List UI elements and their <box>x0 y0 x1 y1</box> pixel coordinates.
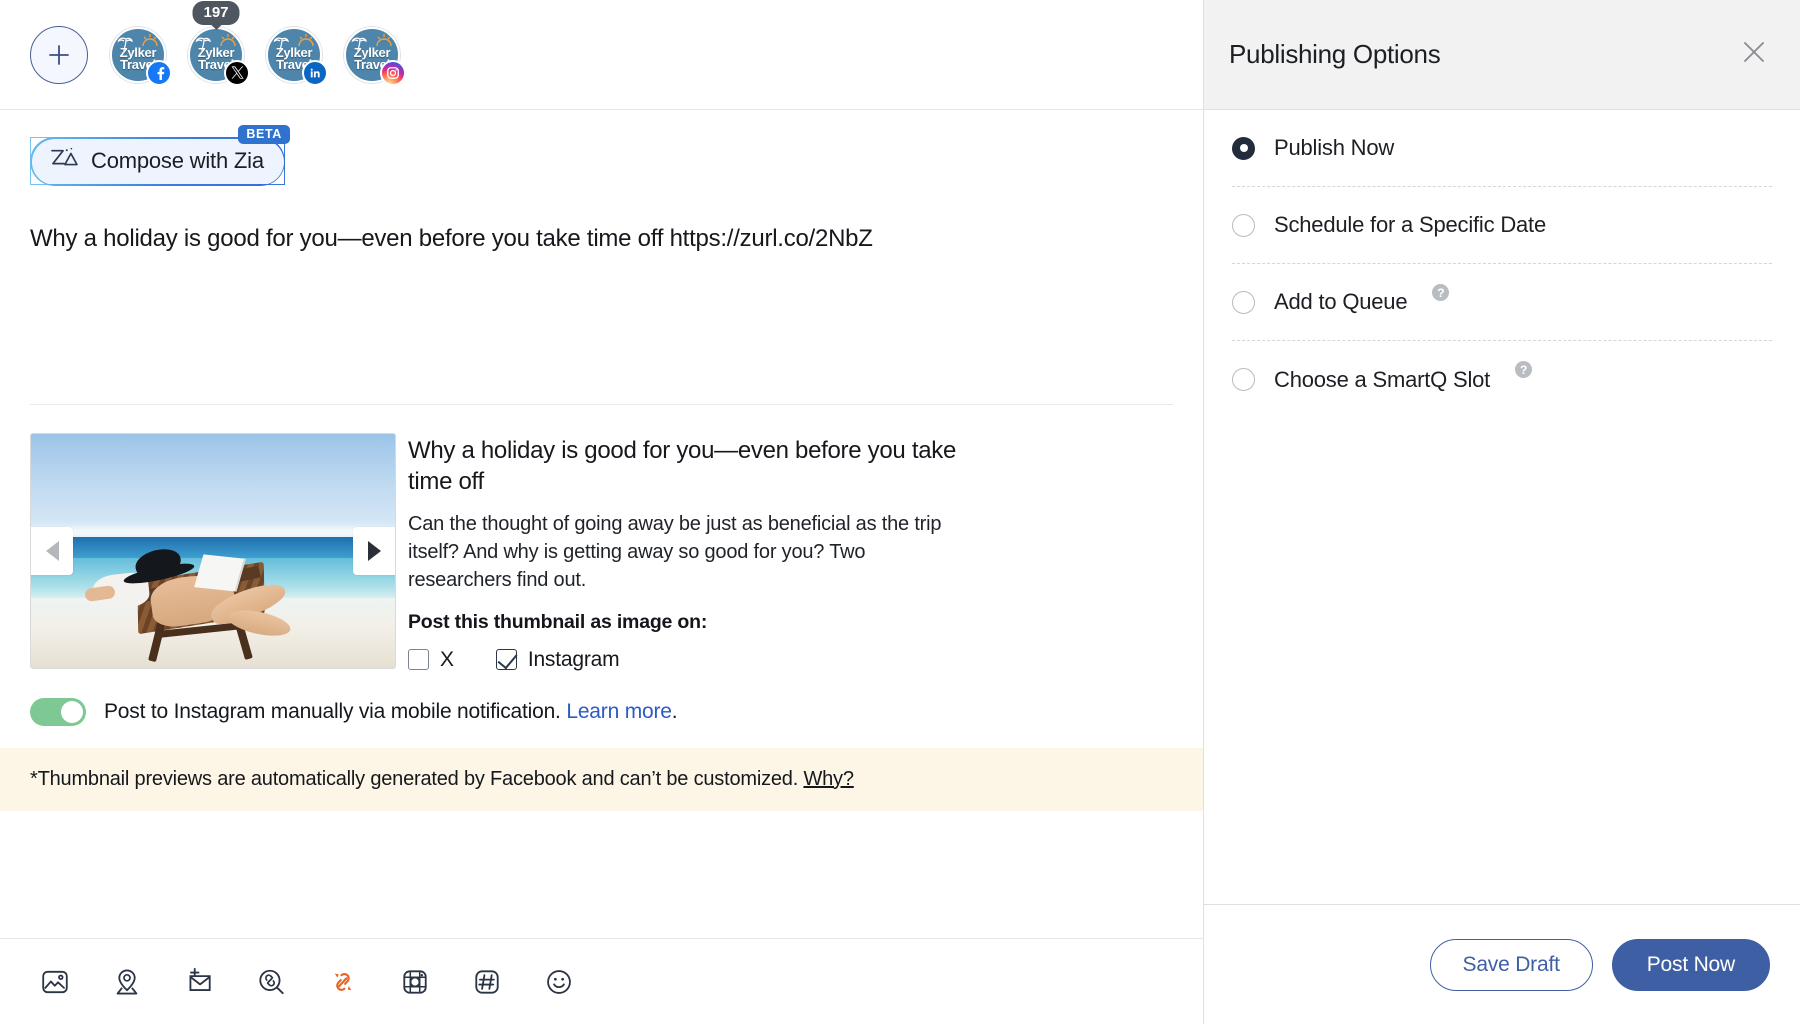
thumbnail-warning-banner: *Thumbnail previews are automatically ge… <box>0 747 1203 811</box>
account-avatar-x[interactable]: 197 Zylker Travel <box>188 0 250 86</box>
account-avatar-instagram[interactable]: Zylker Travel <box>344 26 406 86</box>
character-count-badge: 197 <box>192 0 240 25</box>
instagram-manual-post-text: Post to Instagram manually via mobile no… <box>104 699 678 724</box>
checkbox-label-instagram: Instagram <box>527 647 620 671</box>
panel-footer: Save Draft Post Now <box>1204 904 1800 1024</box>
emoji-icon[interactable] <box>542 965 576 999</box>
thumbnail-next-button[interactable] <box>353 527 395 576</box>
close-panel-button[interactable] <box>1738 39 1770 71</box>
publishing-option-schedule[interactable]: Schedule for a Specific Date <box>1232 187 1772 264</box>
checkbox-label-x: X <box>440 647 454 671</box>
post-now-button[interactable]: Post Now <box>1611 938 1770 991</box>
account-avatar-facebook[interactable]: Zylker Travel <box>110 26 172 86</box>
thumbnail-prev-button[interactable] <box>31 527 73 576</box>
link-preview-meta: Why a holiday is good for you—even befor… <box>408 433 968 672</box>
checkbox-item-instagram[interactable]: Instagram <box>495 647 620 672</box>
post-thumbnail-as-image-label: Post this thumbnail as image on: <box>408 610 708 633</box>
instagram-icon <box>380 59 406 86</box>
panel-header: Publishing Options <box>1204 0 1800 110</box>
linkedin-icon <box>302 59 328 86</box>
zia-button-label: Compose with Zia <box>91 148 264 173</box>
zia-icon <box>49 147 79 176</box>
chevron-left-icon <box>45 541 59 562</box>
shorten-link-icon[interactable] <box>326 965 360 999</box>
publishing-options-list: Publish Now Schedule for a Specific Date… <box>1204 110 1800 904</box>
link-preview-card: Why a holiday is good for you—even befor… <box>30 433 1173 672</box>
add-to-draft-icon[interactable] <box>182 965 216 999</box>
x-twitter-icon <box>224 59 250 86</box>
save-draft-button[interactable]: Save Draft <box>1429 938 1593 991</box>
radio-label-add-to-queue: Add to Queue <box>1274 289 1408 314</box>
thumbnail-warning-text: *Thumbnail previews are automatically ge… <box>30 767 799 790</box>
radio-label-choose-smartq-slot: Choose a SmartQ Slot <box>1274 366 1491 392</box>
instagram-manual-post-message: Post to Instagram manually via mobile no… <box>104 699 561 723</box>
radio-choose-smartq-slot[interactable] <box>1232 368 1255 391</box>
image-icon[interactable] <box>38 965 72 999</box>
composer-pane: Zylker Travel 197 Zylker Travel Zylker T… <box>0 0 1203 1024</box>
link-preview-title: Why a holiday is good for you—even befor… <box>408 437 956 496</box>
close-icon <box>1741 39 1767 70</box>
radio-label-publish-now: Publish Now <box>1274 135 1395 160</box>
thumbnail-sky <box>31 434 395 538</box>
sticker-icon[interactable] <box>398 965 432 999</box>
checkbox-item-x[interactable]: X <box>408 648 454 672</box>
publishing-option-add-to-queue[interactable]: Add to Queue ? <box>1232 264 1772 341</box>
instagram-manual-post-period: . <box>671 699 678 723</box>
instagram-manual-post-row: Post to Instagram manually via mobile no… <box>30 697 1173 726</box>
location-pin-icon[interactable] <box>110 965 144 999</box>
help-icon-add-to-queue[interactable]: ? <box>1432 284 1450 301</box>
checkbox-instagram[interactable] <box>495 649 517 671</box>
chevron-right-icon <box>367 541 381 562</box>
learn-more-link[interactable]: Learn more <box>566 700 672 723</box>
publishing-option-publish-now[interactable]: Publish Now <box>1232 110 1772 187</box>
account-avatar-linkedin[interactable]: Zylker Travel <box>266 26 328 86</box>
radio-schedule-specific-date[interactable] <box>1232 213 1255 237</box>
publishing-options-panel: Publishing Options Publish Now Schedule … <box>1203 0 1800 1024</box>
account-selector-bar: Zylker Travel 197 Zylker Travel Zylker T… <box>0 0 1203 110</box>
composer-toolbar <box>0 938 1203 1024</box>
link-preview-description: Can the thought of going away be just as… <box>408 512 942 592</box>
toggle-knob <box>61 700 83 723</box>
hashtag-icon[interactable] <box>470 965 504 999</box>
radio-publish-now[interactable] <box>1232 136 1255 160</box>
plus-icon <box>46 42 72 68</box>
radio-label-schedule-specific-date: Schedule for a Specific Date <box>1274 212 1546 237</box>
publishing-composer-screen: Zylker Travel 197 Zylker Travel Zylker T… <box>0 0 1800 1024</box>
compose-with-zia-button[interactable]: Compose with Zia BETA <box>29 125 290 186</box>
instagram-manual-post-toggle[interactable] <box>30 697 86 726</box>
preview-divider <box>30 404 1173 406</box>
help-icon-smartq-slot[interactable]: ? <box>1515 361 1533 378</box>
composer-body: Compose with Zia BETA Why a holiday is g… <box>0 110 1203 938</box>
panel-title: Publishing Options <box>1229 39 1441 69</box>
post-thumbnail-network-checkboxes: X Instagram <box>408 648 968 672</box>
add-account-button[interactable] <box>30 25 88 84</box>
thumbnail-warning-why-link[interactable]: Why? <box>803 768 854 790</box>
radio-add-to-queue[interactable] <box>1232 290 1255 314</box>
beta-badge: BETA <box>238 125 290 144</box>
facebook-icon <box>146 59 172 86</box>
link-preview-icon[interactable] <box>254 965 288 999</box>
link-preview-thumbnail[interactable] <box>30 433 396 670</box>
zia-row: Compose with Zia BETA <box>29 110 1173 186</box>
publishing-option-smartq-slot[interactable]: Choose a SmartQ Slot ? <box>1232 341 1772 418</box>
checkbox-x[interactable] <box>408 649 429 671</box>
post-text-content[interactable]: Why a holiday is good for you—even befor… <box>30 223 1173 254</box>
